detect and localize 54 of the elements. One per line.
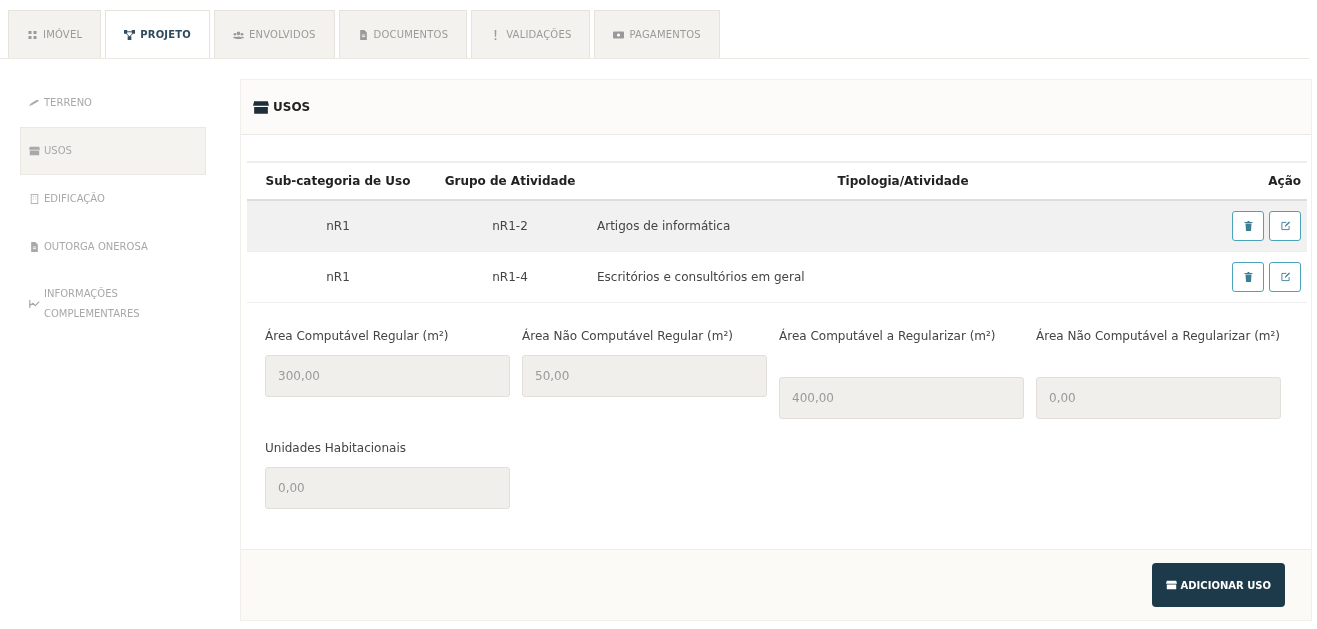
tab[interactable]: DOCUMENTOS: [338, 10, 468, 58]
edit-icon: [1280, 221, 1290, 231]
column-header: Ação: [1215, 162, 1307, 200]
table-cell: nR1: [247, 200, 429, 252]
edit-button[interactable]: [1269, 211, 1301, 241]
nodes-icon: [124, 29, 136, 40]
tab[interactable]: PROJETO: [105, 10, 210, 58]
store-icon: [1165, 580, 1177, 590]
delete-button[interactable]: [1232, 262, 1264, 292]
table-cell: Artigos de informática: [591, 200, 1215, 252]
delete-button[interactable]: [1232, 211, 1264, 241]
input-field[interactable]: 0,00: [265, 467, 510, 509]
file-icon: [357, 29, 369, 40]
column-header: Sub-categoria de Uso: [247, 162, 429, 200]
field-label: Unidades Habitacionais: [265, 440, 407, 457]
edit-button[interactable]: [1269, 262, 1301, 292]
tab[interactable]: VALIDAÇÕES: [471, 10, 591, 58]
panel-title: USOS: [253, 100, 311, 114]
table-cell: Escritórios e consultórios em geral: [591, 251, 1215, 303]
file-icon: [29, 242, 40, 252]
field-label: Área Computável a Regularizar (m²): [779, 327, 997, 345]
sidebar-item[interactable]: USOS: [20, 127, 206, 175]
input-field[interactable]: 400,00: [779, 377, 1024, 419]
tab[interactable]: PAGAMENTOS: [594, 10, 720, 58]
field-label: Área Não Computável Regular (m²): [522, 327, 734, 345]
store-icon: [253, 100, 269, 114]
input-field[interactable]: 300,00: [265, 355, 510, 397]
sidebar-item[interactable]: INFORMAÇÕES COMPLEMENTARES: [20, 271, 206, 337]
pencil-icon: [29, 98, 40, 108]
trash-icon: [1243, 272, 1253, 282]
column-header: Grupo de Atividade: [429, 162, 591, 200]
tab[interactable]: ENVOLVIDOS: [214, 10, 335, 58]
add-button[interactable]: ADICIONAR USO: [1151, 563, 1285, 607]
table-cell: nR1-2: [429, 200, 591, 252]
tab[interactable]: IMÓVEL: [8, 10, 102, 58]
line-chart-icon: [29, 299, 40, 309]
banknote-icon: [613, 29, 625, 40]
sidebar-item[interactable]: TERRENO: [20, 79, 206, 127]
people-icon: [233, 29, 244, 40]
sidebar-item[interactable]: OUTORGA ONEROSA: [20, 223, 206, 271]
sidebar-item[interactable]: EDIFICAÇÃO: [20, 175, 206, 223]
table-cell: nR1: [247, 251, 429, 303]
building-icon: [29, 194, 40, 204]
table-row[interactable]: nR1 nR1-4 Escritórios e consultórios em geral: [247, 251, 1307, 303]
store-icon: [29, 146, 40, 156]
table-cell: nR1-4: [429, 251, 591, 303]
input-field[interactable]: 0,00: [1036, 377, 1281, 419]
field-label: Área Computável Regular (m²): [265, 327, 450, 345]
column-header: Tipologia/Atividade: [591, 162, 1215, 200]
input-field[interactable]: 50,00: [522, 355, 767, 397]
grid-icon: [27, 29, 38, 40]
edit-icon: [1280, 272, 1290, 282]
trash-icon: [1243, 221, 1253, 231]
field-label: Área Não Computável a Regularizar (m²): [1036, 327, 1281, 345]
